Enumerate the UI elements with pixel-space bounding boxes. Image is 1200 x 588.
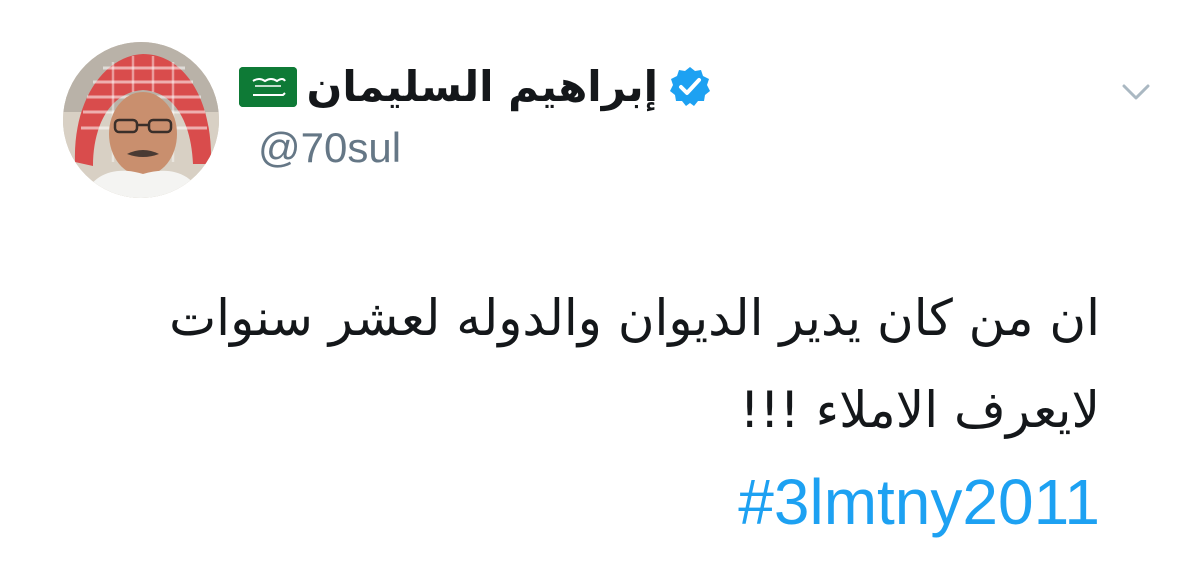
author-identity[interactable]: إبراهيم السليمان @70sul — [238, 48, 728, 178]
author-handle[interactable]: @70sul — [258, 124, 401, 172]
saudi-flag-icon — [238, 67, 297, 107]
tweet-card: إبراهيم السليمان @70sul ان من كان يدير ا… — [0, 0, 1200, 588]
hashtag-link[interactable]: #3lmtny2011 — [738, 462, 1100, 542]
tweet-text: ان من كان يدير الديوان والدوله لعشر سنوا… — [60, 272, 1100, 456]
tweet-header: إبراهيم السليمان @70sul — [0, 0, 1200, 220]
verified-badge-icon — [668, 65, 712, 109]
chevron-down-icon[interactable] — [1116, 72, 1156, 112]
author-name-row: إبراهيم السليمان — [238, 52, 712, 122]
author-display-name[interactable]: إبراهيم السليمان — [307, 66, 658, 108]
avatar[interactable] — [63, 42, 219, 198]
avatar-photo-icon — [63, 42, 219, 198]
tweet-text-line: ان من كان يدير الديوان والدوله لعشر سنوا… — [169, 289, 1100, 347]
tweet-text-line: لايعرف الاملاء !!! — [739, 381, 1100, 439]
